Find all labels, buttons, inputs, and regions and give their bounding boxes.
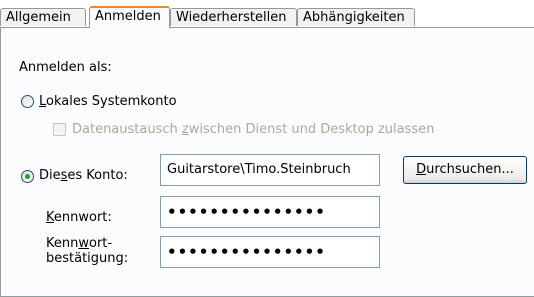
tab-strip: Allgemein Anmelden Wiederherstellen Abhä… [0, 0, 534, 28]
logon-as-heading: Anmelden als: [19, 60, 112, 75]
confirm-password-label-line2: bestätigung: [46, 251, 129, 266]
password-field[interactable]: ••••••••••••••• [160, 196, 380, 228]
mnemonic-z: z [181, 122, 189, 137]
local-system-label-text: okales Systemkonto [46, 94, 177, 109]
tab-abhaengigkeiten[interactable]: Abhängigkeiten [297, 8, 415, 26]
mnemonic-w: w [78, 236, 89, 251]
confirm-password-label: Kennwort-bestätigung: [46, 236, 128, 266]
radio-selected-dot [25, 174, 30, 179]
local-system-label[interactable]: Lokales Systemkonto [39, 94, 177, 109]
mnemonic-d: D [416, 162, 427, 177]
desktop-interaction-label[interactable]: Datenaustausch zwischen Dienst und Deskt… [72, 122, 434, 137]
local-system-radio[interactable] [21, 95, 34, 108]
account-name-field[interactable]: Guitarstore\Timo.Steinbruch [160, 154, 380, 186]
tab-anmelden[interactable]: Anmelden [89, 6, 170, 28]
mnemonic-s: s [60, 168, 68, 183]
confirm-password-field[interactable]: ••••••••••••••• [160, 236, 380, 268]
browse-button[interactable]: Durchsuchen... [403, 156, 527, 184]
tab-panel-anmelden: Anmelden als: Lokales Systemkonto Datena… [0, 27, 534, 297]
this-account-radio[interactable] [21, 170, 34, 183]
confirm-password-label-line1: Kennwort- [46, 236, 113, 251]
mnemonic-k: K [46, 210, 54, 225]
this-account-label[interactable]: Dieses Konto: [39, 168, 128, 183]
tab-allgemein[interactable]: Allgemein [0, 8, 86, 26]
tab-wiederherstellen[interactable]: Wiederherstellen [170, 8, 297, 26]
password-label: Kennwort: [46, 210, 112, 225]
desktop-interaction-checkbox[interactable] [53, 123, 66, 136]
